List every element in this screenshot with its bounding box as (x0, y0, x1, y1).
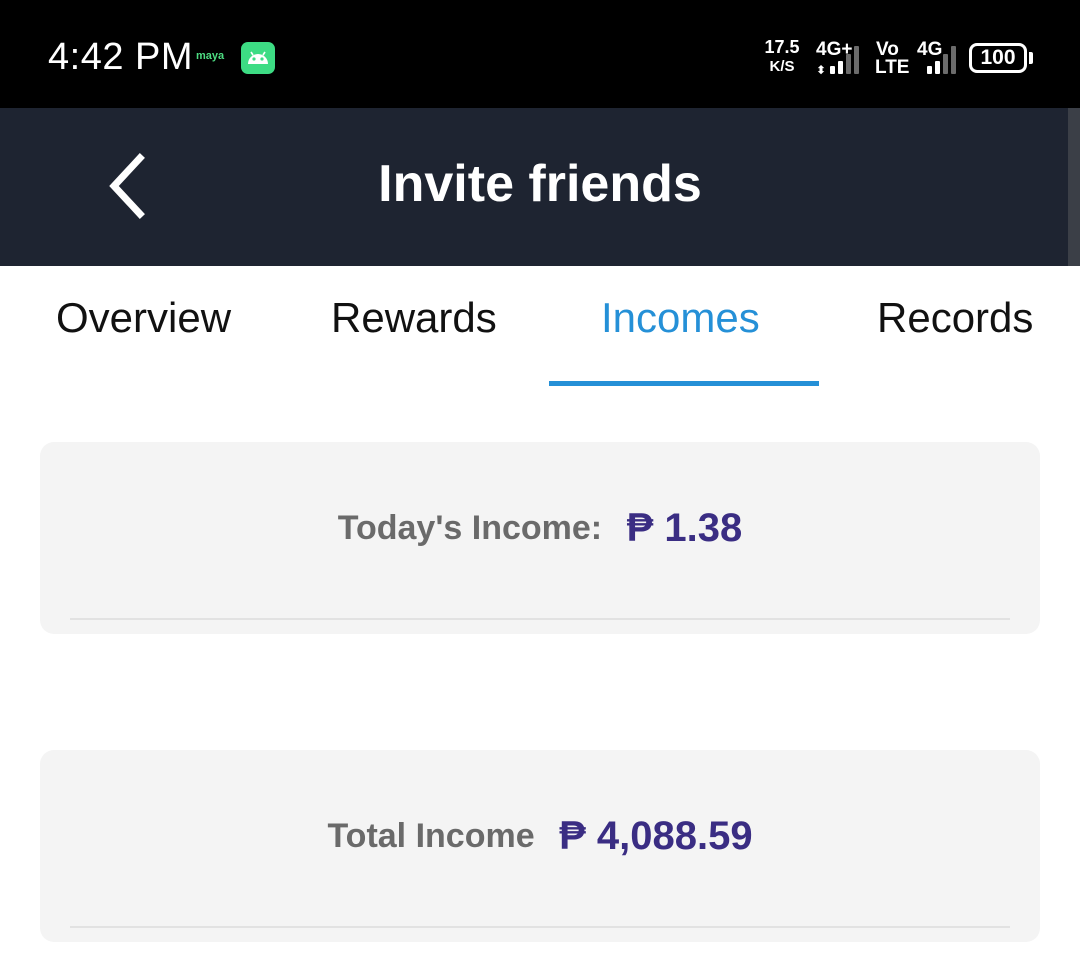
network-speed: 17.5 K/S (760, 38, 804, 76)
app-bar: Invite friends (0, 108, 1080, 266)
tab-incomes[interactable]: Incomes (601, 294, 760, 342)
scrollbar (1068, 108, 1080, 266)
total-income-value: ₱ 4,088.59 (559, 814, 753, 858)
data-activity-icon: ⬍ (816, 63, 827, 77)
tab-overview[interactable]: Overview (56, 294, 231, 342)
volte-bottom-label: LTE (875, 57, 910, 78)
today-income-row: Today's Income: ₱ 1.38 (40, 506, 1040, 551)
sim2-signal-icon (927, 44, 956, 74)
network-speed-value: 17.5 (764, 37, 800, 57)
battery-level: 100 (980, 46, 1016, 69)
today-income-card: Today's Income: ₱ 1.38 (40, 442, 1040, 634)
battery-tip (1029, 52, 1033, 64)
divider (70, 926, 1010, 928)
total-income-label: Total Income (327, 817, 535, 855)
battery-icon: 100 (969, 43, 1027, 73)
total-income-card: Total Income ₱ 4,088.59 (40, 750, 1040, 942)
page-title: Invite friends (378, 155, 702, 213)
active-tab-indicator (549, 381, 819, 386)
today-income-value: ₱ 1.38 (626, 506, 743, 550)
tab-rewards[interactable]: Rewards (331, 294, 497, 342)
today-income-label: Today's Income: (337, 509, 603, 547)
status-time: 4:42 PM (48, 36, 194, 78)
android-icon (241, 42, 275, 74)
sim1-signal-icon (830, 44, 859, 74)
network-speed-unit: K/S (769, 58, 795, 75)
total-income-row: Total Income ₱ 4,088.59 (40, 814, 1040, 859)
maya-notification-icon: maya (196, 50, 225, 62)
tab-records[interactable]: Records (877, 294, 1033, 342)
status-bar: 4:42 PM maya 17.5 K/S 4G+ ⬍ Vo LTE 4G 10… (0, 0, 1080, 108)
divider (70, 618, 1010, 620)
tab-bar: Overview Rewards Incomes Records (0, 266, 1080, 390)
